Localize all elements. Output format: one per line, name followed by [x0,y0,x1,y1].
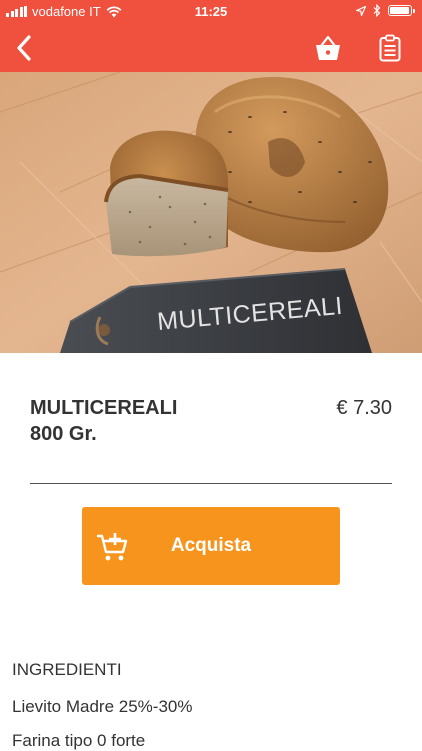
product-name: MULTICEREALI [30,397,178,419]
ingredient-item: Farina tipo 0 forte [12,731,146,750]
nav-bar [0,24,422,72]
back-button[interactable] [6,30,42,66]
ingredients-title: INGREDIENTI [12,660,122,679]
ingredient-item: Lievito Madre 25%-30% [12,697,193,716]
bread-photo: MULTICEREALI [0,72,422,353]
basket-icon [316,35,340,60]
battery-icon [388,5,415,16]
clipboard-icon [379,34,401,62]
chevron-left-icon [17,35,31,61]
order-list-button[interactable] [372,30,408,66]
buy-button[interactable]: Acquista [82,507,340,585]
cart-button[interactable] [310,30,346,66]
divider [30,483,392,484]
location-arrow-icon [356,5,366,16]
product-price: € 7.30 [336,397,392,419]
product-title: MULTICEREALI 800 Gr. [30,395,270,447]
product-image: MULTICEREALI [0,72,422,353]
product-weight: 800 Gr. [30,423,97,445]
buy-button-label: Acquista [170,535,252,556]
status-right [356,4,415,17]
bluetooth-icon [373,4,381,17]
status-bar: vodafone IT 11:25 [0,0,422,24]
